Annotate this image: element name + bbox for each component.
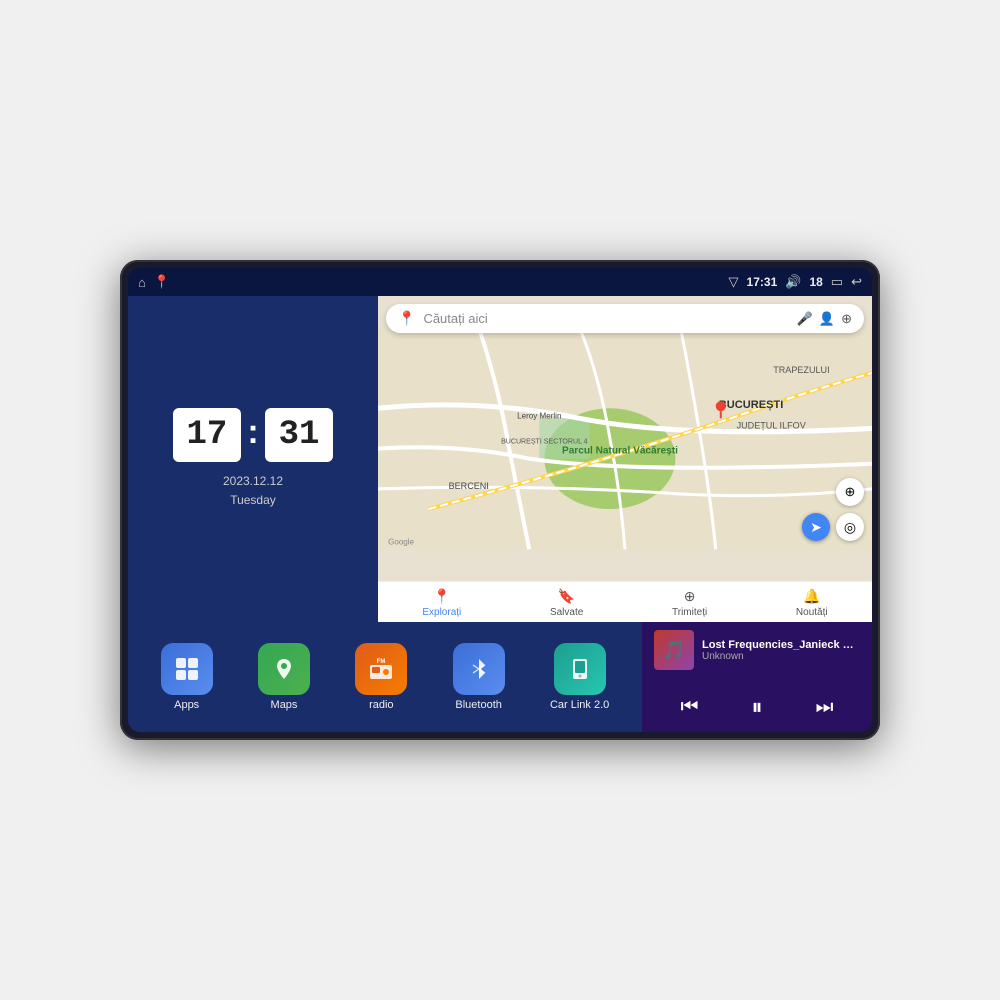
battery-icon: ▭	[831, 274, 843, 290]
map-star-button[interactable]: ⊕	[836, 478, 864, 506]
app-item-bluetooth[interactable]: Bluetooth	[453, 643, 505, 711]
app-item-maps[interactable]: Maps	[258, 643, 310, 711]
media-info: 🎵 Lost Frequencies_Janieck Devy-... Unkn…	[654, 630, 860, 670]
status-bar: ⌂ 📍 ▽ 17:31 🔊 18 ▭ ↩	[128, 268, 872, 296]
media-text: Lost Frequencies_Janieck Devy-... Unknow…	[702, 639, 860, 662]
time-display: 17:31	[747, 275, 778, 289]
saved-label: Salvate	[550, 607, 583, 618]
map-search-bar[interactable]: 📍 Căutați aici 🎤 👤 ⊕	[386, 304, 864, 333]
status-left: ⌂ 📍	[138, 274, 170, 290]
news-label: Noutăți	[796, 607, 828, 618]
svg-text:Leroy Merlin: Leroy Merlin	[517, 411, 561, 420]
bottom-row: Apps Maps	[128, 622, 872, 732]
maps-app-icon	[258, 643, 310, 695]
media-next-button[interactable]: ⏭	[805, 692, 843, 723]
bluetooth-label: Bluetooth	[455, 699, 501, 711]
main-content: 17 : 31 2023.12.12 Tuesday 📍 Căutați aic…	[128, 296, 872, 732]
map-search-placeholder[interactable]: Căutați aici	[423, 311, 788, 326]
clock-panel: 17 : 31 2023.12.12 Tuesday	[128, 296, 378, 622]
media-artist: Unknown	[702, 651, 860, 662]
media-controls: ⏮ ⏸ ⏭	[654, 690, 860, 724]
apps-section: Apps Maps	[128, 622, 642, 732]
svg-text:FM: FM	[377, 659, 386, 665]
send-label: Trimiteți	[672, 607, 707, 618]
map-bottom-bar: 📍 Explorați 🔖 Salvate ⊕ Trimiteți 🔔	[378, 581, 872, 622]
back-icon[interactable]: ↩	[851, 274, 862, 290]
map-background[interactable]: Parcul Natural Văcărești BUCUREȘTI JUDEȚ…	[378, 296, 872, 581]
media-play-pause-button[interactable]: ⏸	[741, 690, 772, 724]
top-row: 17 : 31 2023.12.12 Tuesday 📍 Căutați aic…	[128, 296, 872, 622]
explore-label: Explorați	[422, 607, 461, 618]
maps-label: Maps	[271, 699, 298, 711]
radio-label: radio	[369, 699, 393, 711]
map-nav-saved[interactable]: 🔖 Salvate	[550, 588, 583, 618]
media-thumbnail: 🎵	[654, 630, 694, 670]
apps-icon	[161, 643, 213, 695]
media-prev-button[interactable]: ⏮	[670, 692, 708, 723]
media-thumb-image: 🎵	[654, 630, 694, 670]
svg-text:JUDEȚUL ILFOV: JUDEȚUL ILFOV	[737, 420, 806, 430]
home-icon[interactable]: ⌂	[138, 275, 146, 290]
svg-text:BERCENI: BERCENI	[449, 481, 489, 491]
map-navigate-button[interactable]: ➤	[802, 513, 830, 541]
svg-text:BUCUREȘTI: BUCUREȘTI	[719, 399, 784, 411]
media-title: Lost Frequencies_Janieck Devy-...	[702, 639, 860, 651]
clock-colon: :	[247, 413, 258, 452]
screen: ⌂ 📍 ▽ 17:31 🔊 18 ▭ ↩ 17 :	[128, 268, 872, 732]
carlink-icon	[554, 643, 606, 695]
clock-date: 2023.12.12 Tuesday	[223, 472, 283, 510]
map-search-pin-icon: 📍	[398, 310, 415, 327]
radio-icon: FM	[355, 643, 407, 695]
media-section: 🎵 Lost Frequencies_Janieck Devy-... Unkn…	[642, 622, 872, 732]
car-head-unit: ⌂ 📍 ▽ 17:31 🔊 18 ▭ ↩ 17 :	[120, 260, 880, 740]
svg-text:TRAPEZULUI: TRAPEZULUI	[773, 365, 829, 375]
layers-icon[interactable]: ⊕	[841, 311, 852, 327]
signal-icon: ▽	[729, 274, 739, 290]
app-item-carlink[interactable]: Car Link 2.0	[550, 643, 609, 711]
status-right: ▽ 17:31 🔊 18 ▭ ↩	[729, 274, 862, 290]
app-item-apps[interactable]: Apps	[161, 643, 213, 711]
news-icon: 🔔	[803, 588, 820, 605]
map-svg: Parcul Natural Văcărești BUCUREȘTI JUDEȚ…	[378, 296, 872, 581]
svg-text:BUCUREȘTI SECTORUL 4: BUCUREȘTI SECTORUL 4	[501, 439, 588, 446]
map-search-icons: 🎤 👤 ⊕	[797, 311, 852, 327]
clock-display: 17 : 31	[173, 408, 334, 462]
svg-text:Parcul Natural Văcărești: Parcul Natural Văcărești	[562, 446, 678, 457]
explore-icon: 📍	[433, 588, 450, 605]
svg-text:Google: Google	[388, 537, 414, 546]
map-location-button[interactable]: ◎	[836, 513, 864, 541]
clock-minute: 31	[265, 408, 334, 462]
carlink-label: Car Link 2.0	[550, 699, 609, 711]
app-item-radio[interactable]: FM radio	[355, 643, 407, 711]
battery-level: 18	[809, 275, 822, 289]
map-nav-news[interactable]: 🔔 Noutăți	[796, 588, 828, 618]
clock-hour: 17	[173, 408, 242, 462]
send-icon: ⊕	[684, 588, 696, 605]
bluetooth-icon	[453, 643, 505, 695]
map-nav-explore[interactable]: 📍 Explorați	[422, 588, 461, 618]
apps-label: Apps	[174, 699, 199, 711]
map-nav-send[interactable]: ⊕ Trimiteți	[672, 588, 707, 618]
saved-icon: 🔖	[558, 588, 575, 605]
maps-icon[interactable]: 📍	[154, 274, 170, 290]
map-panel: 📍 Căutați aici 🎤 👤 ⊕	[378, 296, 872, 622]
mic-icon[interactable]: 🎤	[797, 311, 813, 327]
account-icon[interactable]: 👤	[819, 311, 835, 327]
volume-icon[interactable]: 🔊	[785, 274, 801, 290]
